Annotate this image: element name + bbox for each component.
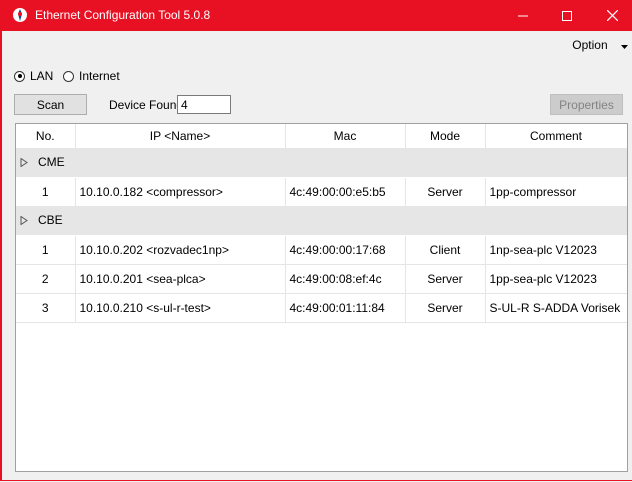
column-header-ip[interactable]: IP <Name> <box>75 124 286 149</box>
table-header-row: No. IP <Name> Mac Mode Comment <box>16 124 627 149</box>
cell-mode: Server <box>405 264 486 294</box>
lan-radio-label[interactable]: LAN <box>30 69 53 83</box>
lan-radio[interactable]: LAN <box>14 69 53 83</box>
internet-radio-circle[interactable] <box>63 70 74 82</box>
lan-radio-circle[interactable] <box>14 70 25 82</box>
device-table-grid: No. IP <Name> Mac Mode Comment CME 1 10.… <box>16 124 627 323</box>
cell-mac: 4c:49:00:00:17:68 <box>285 235 406 265</box>
cell-comment: 1np-sea-plc V12023 <box>485 235 627 265</box>
cell-no: 1 <box>16 235 76 265</box>
cell-no: 2 <box>16 264 76 294</box>
option-menu-label: Option <box>572 38 608 52</box>
column-header-no[interactable]: No. <box>16 124 76 149</box>
cell-comment: S-UL-R S-ADDA Vorisek <box>485 293 627 323</box>
cell-no: 1 <box>16 177 76 207</box>
triangle-right-icon[interactable] <box>20 214 34 228</box>
group-label: CBE <box>38 213 63 228</box>
group-row-cme[interactable]: CME <box>16 148 627 178</box>
app-icon <box>12 7 28 23</box>
column-header-mode[interactable]: Mode <box>405 124 486 149</box>
cell-ip: 10.10.0.182 <compressor> <box>75 177 286 207</box>
cell-ip: 10.10.0.210 <s-ul-r-test> <box>75 293 286 323</box>
close-icon <box>606 10 618 21</box>
group-label: CME <box>38 155 65 170</box>
device-found-label: Device Found <box>109 98 184 112</box>
title-bar[interactable]: Ethernet Configuration Tool 5.0.8 <box>2 0 632 31</box>
device-table[interactable]: No. IP <Name> Mac Mode Comment CME 1 10.… <box>15 123 628 472</box>
cell-mac: 4c:49:00:08:ef:4c <box>285 264 406 294</box>
column-header-comment[interactable]: Comment <box>485 124 627 149</box>
properties-button[interactable]: Properties <box>550 94 623 115</box>
chevron-down-icon <box>621 38 628 52</box>
group-cell: CBE <box>16 206 627 236</box>
option-menu[interactable]: Option <box>572 38 628 52</box>
cell-comment: 1pp-compressor <box>485 177 627 207</box>
window-title: Ethernet Configuration Tool 5.0.8 <box>35 8 211 22</box>
column-header-mac[interactable]: Mac <box>285 124 406 149</box>
app-window: Ethernet Configuration Tool 5.0.8 Option <box>0 0 632 481</box>
table-row[interactable]: 2 10.10.0.201 <sea-plca> 4c:49:00:08:ef:… <box>16 264 627 294</box>
table-row[interactable]: 1 10.10.0.202 <rozvadec1np> 4c:49:00:00:… <box>16 235 627 265</box>
scan-button[interactable]: Scan <box>14 94 87 115</box>
close-button[interactable] <box>589 0 632 31</box>
table-row[interactable]: 1 10.10.0.182 <compressor> 4c:49:00:00:e… <box>16 177 627 207</box>
cell-ip: 10.10.0.202 <rozvadec1np> <box>75 235 286 265</box>
cell-mac: 4c:49:00:00:e5:b5 <box>285 177 406 207</box>
maximize-button[interactable] <box>544 0 590 31</box>
cell-ip: 10.10.0.201 <sea-plca> <box>75 264 286 294</box>
cell-comment: 1pp-sea-plc V12023 <box>485 264 627 294</box>
maximize-icon <box>562 10 572 21</box>
minimize-icon <box>518 15 528 16</box>
group-row-cbe[interactable]: CBE <box>16 206 627 236</box>
cell-mode: Server <box>405 177 486 207</box>
triangle-right-icon[interactable] <box>20 156 34 170</box>
cell-mode: Client <box>405 235 486 265</box>
internet-radio-label[interactable]: Internet <box>79 69 120 83</box>
cell-mode: Server <box>405 293 486 323</box>
group-cell: CME <box>16 148 627 178</box>
cell-no: 3 <box>16 293 76 323</box>
cell-mac: 4c:49:00:01:11:84 <box>285 293 406 323</box>
internet-radio[interactable]: Internet <box>63 69 120 83</box>
device-found-field[interactable] <box>177 95 231 114</box>
minimize-button[interactable] <box>500 0 546 31</box>
menu-bar: Option <box>4 31 632 58</box>
table-row[interactable]: 3 10.10.0.210 <s-ul-r-test> 4c:49:00:01:… <box>16 293 627 323</box>
